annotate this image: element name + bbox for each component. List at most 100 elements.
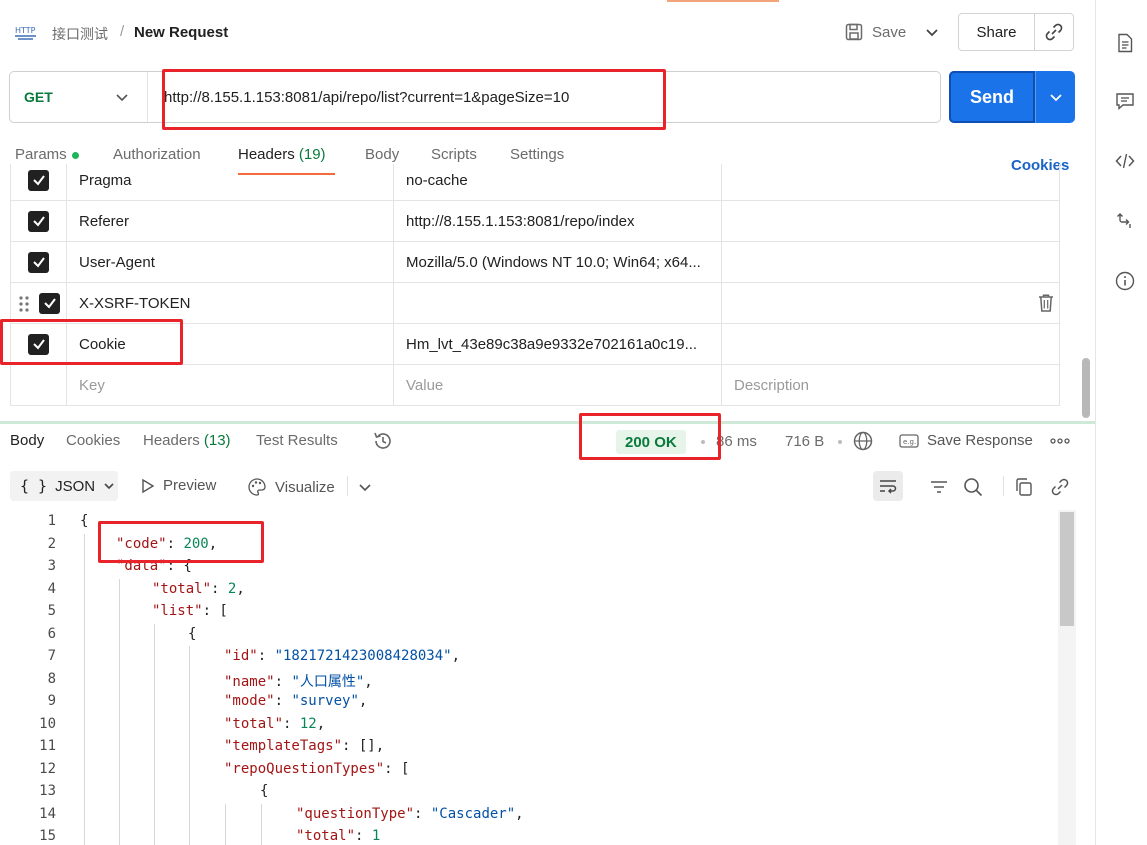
more-options-icon[interactable] bbox=[1049, 431, 1071, 451]
filter-icon[interactable] bbox=[928, 476, 950, 498]
new-header-value-input[interactable]: Value bbox=[394, 365, 722, 405]
header-key[interactable]: Cookie bbox=[67, 324, 394, 364]
line-number: 8 bbox=[47, 670, 56, 687]
table-row: Cookie Hm_lvt_43e89c38a9e9332e702161a0c1… bbox=[11, 324, 1059, 365]
headers-scrollbar[interactable] bbox=[1082, 358, 1090, 418]
code-line: 2 "code": 200, bbox=[0, 533, 1058, 556]
tab-authorization[interactable]: Authorization bbox=[113, 146, 201, 163]
header-description[interactable] bbox=[722, 201, 1059, 241]
chevron-down-icon[interactable] bbox=[354, 476, 376, 498]
toolbar-divider bbox=[1003, 476, 1004, 496]
tab-body[interactable]: Body bbox=[365, 146, 399, 163]
row-checkbox-cell[interactable] bbox=[11, 164, 67, 200]
header-description[interactable] bbox=[722, 164, 1059, 200]
code-scrollbar-thumb[interactable] bbox=[1060, 512, 1074, 626]
checkbox-checked[interactable] bbox=[28, 210, 49, 232]
comments-icon[interactable] bbox=[1114, 90, 1136, 112]
table-row: Referer http://8.155.1.153:8081/repo/ind… bbox=[11, 201, 1059, 242]
header-key[interactable]: User-Agent bbox=[67, 242, 394, 282]
checkbox-checked[interactable] bbox=[28, 333, 49, 355]
line-number: 14 bbox=[39, 805, 56, 822]
checkmark-icon bbox=[32, 339, 45, 350]
wrap-lines-button[interactable] bbox=[873, 471, 903, 501]
breadcrumb-request-name[interactable]: New Request bbox=[134, 24, 228, 41]
breadcrumb-collection[interactable]: 接口测试 bbox=[52, 24, 108, 44]
resp-tab-body[interactable]: Body bbox=[10, 432, 44, 449]
tab-params[interactable]: Params bbox=[15, 146, 79, 163]
code-line: 15 "total": 1 bbox=[0, 825, 1058, 845]
json-string: "1821721423008428034" bbox=[274, 648, 452, 664]
header-value[interactable] bbox=[394, 283, 722, 323]
header-description[interactable] bbox=[722, 283, 1059, 323]
visualize-button[interactable]: Visualize bbox=[247, 477, 335, 497]
tab-settings[interactable]: Settings bbox=[510, 146, 564, 163]
checkbox-checked[interactable] bbox=[28, 251, 49, 273]
checkbox-checked[interactable] bbox=[39, 292, 60, 314]
header-key[interactable]: Referer bbox=[67, 201, 394, 241]
row-checkbox-cell[interactable] bbox=[11, 242, 67, 282]
resp-tab-headers[interactable]: Headers (13) bbox=[143, 432, 231, 449]
json-key: "id" bbox=[224, 648, 258, 664]
send-group: Send bbox=[949, 71, 1075, 123]
preview-button[interactable]: Preview bbox=[141, 477, 216, 494]
new-header-description-input[interactable]: Description bbox=[722, 365, 1059, 405]
json-number: 1 bbox=[371, 828, 381, 844]
history-icon[interactable] bbox=[372, 430, 394, 452]
line-number: 4 bbox=[47, 580, 56, 597]
line-number: 3 bbox=[47, 558, 56, 574]
checkmark-icon bbox=[32, 216, 45, 227]
json-string: "Cascader" bbox=[430, 805, 516, 822]
code-icon[interactable] bbox=[1114, 150, 1136, 172]
send-options-button[interactable] bbox=[1035, 71, 1075, 123]
json-punct: : [ bbox=[384, 760, 410, 777]
url-input[interactable]: http://8.155.1.153:8081/api/repo/list?cu… bbox=[164, 72, 569, 122]
link-icon[interactable] bbox=[1049, 476, 1071, 498]
status-badge[interactable]: 200 OK bbox=[616, 430, 686, 454]
send-button[interactable]: Send bbox=[949, 71, 1035, 123]
resp-tab-test-results[interactable]: Test Results bbox=[256, 432, 338, 449]
checkmark-icon bbox=[32, 175, 45, 186]
share-button[interactable]: Share bbox=[959, 14, 1035, 50]
json-key: "questionType" bbox=[296, 805, 415, 822]
resp-tab-cookies[interactable]: Cookies bbox=[66, 432, 120, 449]
save-options-button[interactable] bbox=[920, 20, 944, 44]
response-body-viewer[interactable]: 1 { 2 "code": 200, 3 "data": { 4 "total"… bbox=[0, 510, 1058, 845]
row-checkbox-cell[interactable] bbox=[11, 324, 67, 364]
info-icon[interactable] bbox=[1114, 270, 1136, 292]
pane-divider[interactable] bbox=[0, 421, 1095, 424]
header-key[interactable]: Pragma bbox=[67, 164, 394, 200]
json-key: "repoQuestionTypes" bbox=[224, 760, 385, 777]
code-text: "code": 200, bbox=[116, 535, 218, 552]
header-key[interactable]: X-XSRF-TOKEN bbox=[67, 283, 394, 323]
code-text: "data": { bbox=[116, 558, 192, 574]
response-time[interactable]: 86 ms bbox=[716, 433, 757, 450]
header-value[interactable]: Hm_lvt_43e89c38a9e9332e702161a0c19... bbox=[394, 324, 722, 364]
copy-link-button[interactable] bbox=[1035, 14, 1073, 50]
format-select[interactable]: { } JSON bbox=[10, 471, 118, 501]
tab-headers[interactable]: Headers (19) bbox=[238, 146, 326, 163]
save-button[interactable]: Save bbox=[844, 20, 906, 44]
header-description[interactable] bbox=[722, 242, 1059, 282]
globe-icon[interactable] bbox=[852, 430, 874, 452]
json-string: "人口属性" bbox=[291, 673, 365, 690]
checkbox-checked[interactable] bbox=[28, 169, 49, 191]
row-checkbox-cell[interactable] bbox=[11, 201, 67, 241]
header-value[interactable]: no-cache bbox=[394, 164, 722, 200]
related-collections-icon[interactable] bbox=[1114, 210, 1136, 232]
row-checkbox-cell[interactable] bbox=[11, 283, 67, 323]
tab-scripts[interactable]: Scripts bbox=[431, 146, 477, 163]
documentation-icon[interactable] bbox=[1114, 32, 1136, 54]
search-icon[interactable] bbox=[962, 476, 984, 498]
header-value[interactable]: Mozilla/5.0 (Windows NT 10.0; Win64; x64… bbox=[394, 242, 722, 282]
json-punct: : { bbox=[166, 558, 192, 574]
method-select[interactable]: GET bbox=[10, 72, 148, 122]
code-text: "templateTags": [], bbox=[224, 738, 384, 754]
response-size[interactable]: 716 B bbox=[785, 433, 824, 450]
header-description[interactable] bbox=[722, 324, 1059, 364]
new-header-key-input[interactable]: Key bbox=[67, 365, 394, 405]
save-response-button[interactable]: e.g. Save Response bbox=[899, 432, 1033, 449]
copy-icon[interactable] bbox=[1013, 476, 1035, 498]
trash-icon[interactable] bbox=[1037, 293, 1055, 313]
json-number: 200 bbox=[183, 535, 209, 552]
header-value[interactable]: http://8.155.1.153:8081/repo/index bbox=[394, 201, 722, 241]
